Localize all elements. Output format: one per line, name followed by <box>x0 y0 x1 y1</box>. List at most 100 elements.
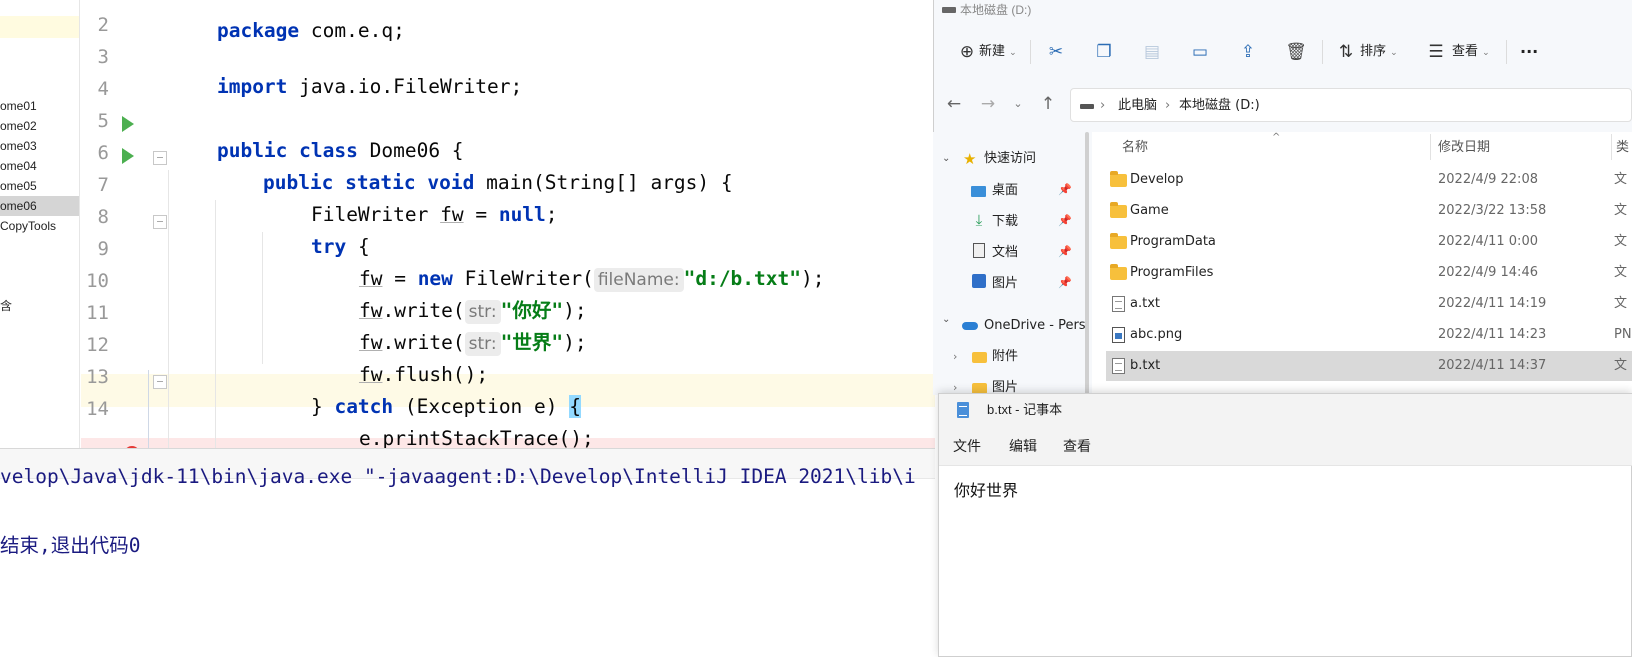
file-row[interactable]: ProgramData 2022/4/11 0:00 文 <box>1106 227 1632 257</box>
new-icon[interactable]: ⊕ <box>955 40 979 64</box>
notepad-text-area[interactable]: 你好世界 <box>954 477 1018 501</box>
run-class-icon[interactable] <box>122 116 134 132</box>
tree-item-dome03[interactable]: ome03 <box>0 136 37 156</box>
tree-item-misc[interactable]: 含 <box>0 296 12 316</box>
pin-icon: 📌 <box>1058 276 1072 289</box>
file-date: 2022/4/9 22:08 <box>1438 172 1538 187</box>
file-row-selected[interactable]: b.txt 2022/4/11 14:37 文 <box>1106 351 1632 381</box>
nav-attachments[interactable]: 附件 <box>992 345 1018 369</box>
up-arrow-icon[interactable]: ↑ <box>1036 92 1060 116</box>
desktop-icon <box>971 186 986 197</box>
drive-icon <box>1080 104 1094 109</box>
run-main-icon[interactable] <box>122 148 134 164</box>
tree-item-dome05[interactable]: ome05 <box>0 176 37 196</box>
nav-scrollbar[interactable] <box>1085 132 1089 395</box>
breadcrumb-this-pc[interactable]: 此电脑 <box>1118 96 1157 116</box>
notepad-title: b.txt - 记事本 <box>987 402 1063 417</box>
expand-chevron-icon[interactable]: › <box>953 345 957 369</box>
nav-downloads[interactable]: 下载 <box>992 210 1018 234</box>
paste-icon[interactable]: ▤ <box>1140 40 1164 64</box>
file-row[interactable]: a.txt 2022/4/11 14:19 文 <box>1106 289 1632 319</box>
menu-file[interactable]: 文件 <box>953 426 981 466</box>
variable: fw <box>440 203 464 226</box>
nav-desktop[interactable]: 桌面 <box>992 179 1018 203</box>
fold-icon[interactable] <box>153 151 167 165</box>
console-command-line: velop\Java\jdk-11\bin\java.exe "-javaage… <box>0 465 916 488</box>
menu-view[interactable]: 查看 <box>1063 426 1091 466</box>
new-button[interactable]: 新建 ⌄ <box>979 38 1017 66</box>
code-text: = <box>463 203 499 226</box>
sort-up-icon: ^ <box>1272 132 1281 143</box>
line-number: 14 <box>86 398 109 420</box>
indent-guide <box>168 170 169 448</box>
forward-arrow-icon[interactable]: → <box>976 92 1000 116</box>
line-number: 4 <box>97 78 109 100</box>
code-line-11: fw.write(str: "世界"); <box>312 298 587 356</box>
file-row[interactable]: abc.png 2022/4/11 14:23 PN <box>1106 320 1632 350</box>
line-number: 9 <box>97 238 109 260</box>
tree-item-dome04[interactable]: ome04 <box>0 156 37 176</box>
file-type: 文 <box>1614 358 1628 373</box>
chevron-down-icon: ⌄ <box>1482 48 1490 58</box>
view-button[interactable]: 查看 ⌄ <box>1452 38 1490 66</box>
code-text: ); <box>563 331 587 354</box>
delete-icon[interactable]: 🗑 <box>1284 40 1308 64</box>
nav-pictures[interactable]: 图片 <box>992 272 1018 296</box>
nav-onedrive[interactable]: OneDrive - Pers <box>984 314 1086 338</box>
notepad-titlebar[interactable]: b.txt - 记事本 <box>939 394 1632 426</box>
file-name: b.txt <box>1130 358 1161 373</box>
line-number: 5 <box>97 110 109 132</box>
tree-item-dome02[interactable]: ome02 <box>0 116 37 136</box>
expand-chevron-icon[interactable]: ⌄ <box>942 147 950 171</box>
file-date: 2022/4/11 14:23 <box>1438 327 1547 342</box>
tree-item-copytools[interactable]: CopyTools <box>0 216 56 236</box>
nav-quick-access[interactable]: 快速访问 <box>984 147 1036 171</box>
new-button-label: 新建 <box>979 44 1006 59</box>
file-name: a.txt <box>1130 296 1160 311</box>
column-divider[interactable] <box>1430 134 1431 160</box>
copy-icon[interactable]: ❐ <box>1092 40 1116 64</box>
sort-icon[interactable]: ⇅ <box>1334 40 1358 64</box>
pin-icon: 📌 <box>1058 245 1072 258</box>
file-date: 2022/4/11 14:37 <box>1438 358 1547 373</box>
drive-icon <box>942 7 956 13</box>
breadcrumb-separator: › <box>1100 98 1106 113</box>
file-row[interactable]: Develop 2022/4/9 22:08 文 <box>1106 165 1632 195</box>
breadcrumb-drive[interactable]: 本地磁盘 (D:) <box>1179 96 1260 116</box>
menu-edit[interactable]: 编辑 <box>1009 426 1037 466</box>
code-line-7: FileWriter fw = null; <box>264 170 558 226</box>
cut-icon[interactable]: ✂ <box>1044 40 1068 64</box>
column-header-modified[interactable]: 修改日期 <box>1438 138 1490 158</box>
column-header-type[interactable]: 类 <box>1616 138 1629 158</box>
recent-locations-icon[interactable]: ⌄ <box>1006 92 1030 116</box>
more-options-button[interactable]: ··· <box>1520 38 1538 66</box>
tree-item-dome06[interactable]: ome06 <box>0 196 79 216</box>
expand-chevron-icon[interactable]: ⌄ <box>942 308 950 332</box>
tree-item-dome01[interactable]: ome01 <box>0 96 37 116</box>
column-divider[interactable] <box>1611 134 1612 160</box>
back-arrow-icon[interactable]: ← <box>942 92 966 116</box>
folder-icon <box>1110 171 1127 187</box>
ide-window: ome01 ome02 ome03 ome04 ome05 ome06 Copy… <box>0 0 935 657</box>
fold-icon[interactable] <box>153 375 167 389</box>
fold-icon[interactable] <box>153 215 167 229</box>
file-name: ProgramData <box>1130 234 1216 249</box>
file-row[interactable]: ProgramFiles 2022/4/9 14:46 文 <box>1106 258 1632 288</box>
file-name: Develop <box>1130 172 1184 187</box>
view-icon[interactable]: ☰ <box>1424 40 1448 64</box>
file-type: 文 <box>1614 265 1628 280</box>
string-literal: "d:/b.txt" <box>683 267 801 290</box>
file-name: ProgramFiles <box>1130 265 1214 280</box>
code-text: ); <box>801 267 825 290</box>
keyword: import <box>216 75 288 98</box>
cloud-icon <box>962 322 978 330</box>
rename-icon[interactable]: ▭ <box>1188 40 1212 64</box>
column-header-name[interactable]: 名称 <box>1122 138 1148 158</box>
sort-button[interactable]: 排序 ⌄ <box>1360 38 1398 66</box>
project-tree: ome01 ome02 ome03 ome04 ome05 ome06 Copy… <box>0 0 80 448</box>
parameter-hint: fileName: <box>593 268 684 292</box>
nav-documents[interactable]: 文档 <box>992 241 1018 265</box>
file-row[interactable]: Game 2022/3/22 13:58 文 <box>1106 196 1632 226</box>
share-icon[interactable]: ⇪ <box>1236 40 1260 64</box>
run-console: velop\Java\jdk-11\bin\java.exe "-javaage… <box>0 448 935 657</box>
